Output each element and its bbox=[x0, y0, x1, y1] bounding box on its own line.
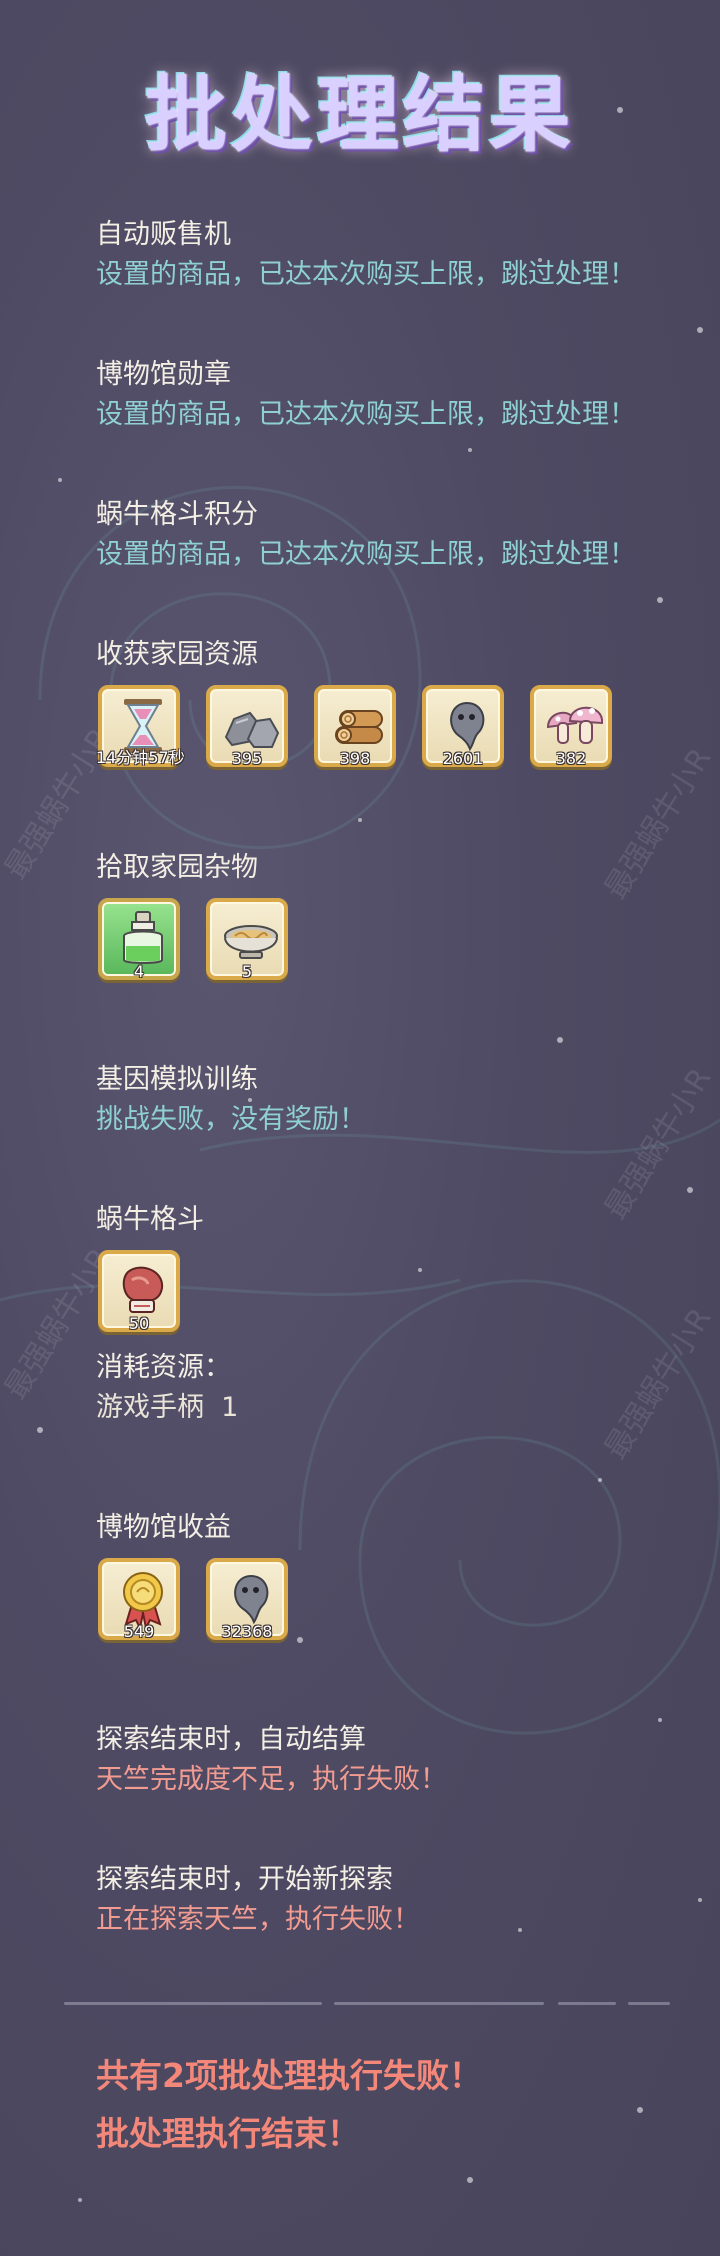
resource-item[interactable]: 395 bbox=[206, 685, 288, 768]
resource-item[interactable]: 2601 bbox=[422, 685, 504, 768]
page-title: 批处理结果 bbox=[144, 68, 575, 163]
section-harvest: 收获家园资源 14分钟57秒 395 398 2601 382 bbox=[96, 635, 696, 775]
section-title: 探索结束时，自动结算 bbox=[96, 1724, 366, 1755]
resource-item[interactable]: 398 bbox=[314, 685, 396, 768]
item-row: 14分钟57秒 395 398 2601 382 bbox=[96, 685, 696, 775]
resource-item[interactable]: 382 bbox=[530, 685, 612, 768]
section-title: 博物馆勋章 bbox=[96, 359, 231, 390]
summary-done: 批处理执行结束！ bbox=[96, 2114, 360, 2153]
resource-item[interactable]: 14分钟57秒 bbox=[96, 685, 185, 767]
resource-item[interactable]: 50 bbox=[98, 1250, 180, 1333]
batch-result-page: 批处理结果 自动贩售机 设置的商品，已达本次购买上限，跳过处理！ 博物馆勋章 设… bbox=[0, 0, 720, 2256]
section-explore-new: 探索结束时，开始新探索 正在探索天竺，执行失败！ bbox=[96, 1860, 696, 1940]
section-fight: 蜗牛格斗 50 消耗资源： 游戏手柄 1 bbox=[96, 1200, 696, 1428]
summary-failed: 共有2项批处理执行失败！ bbox=[96, 2056, 482, 2095]
item-quantity: 382 bbox=[555, 749, 587, 768]
item-quantity: 50 bbox=[128, 1314, 150, 1333]
item-quantity: 32368 bbox=[221, 1622, 273, 1641]
consume-item: 游戏手柄 1 bbox=[96, 1392, 239, 1423]
section-message: 设置的商品，已达本次购买上限，跳过处理！ bbox=[96, 259, 636, 290]
item-quantity: 549 bbox=[123, 1622, 155, 1641]
section-title: 基因模拟训练 bbox=[96, 1064, 258, 1095]
section-message: 正在探索天竺，执行失败！ bbox=[96, 1904, 420, 1935]
section-museum-income: 博物馆收益 549 32368 bbox=[96, 1508, 696, 1648]
section-museum-medal: 博物馆勋章 设置的商品，已达本次购买上限，跳过处理！ bbox=[96, 355, 696, 435]
resource-item[interactable]: 549 bbox=[98, 1558, 180, 1641]
section-message: 挑战失败，没有奖励！ bbox=[96, 1104, 366, 1135]
section-title: 收获家园资源 bbox=[96, 639, 258, 670]
item-quantity: 5 bbox=[241, 962, 253, 981]
section-message: 天竺完成度不足，执行失败！ bbox=[96, 1764, 447, 1795]
item-row: 549 32368 bbox=[96, 1558, 696, 1648]
item-row: 4 5 bbox=[96, 898, 696, 988]
section-title: 蜗牛格斗积分 bbox=[96, 499, 258, 530]
section-title: 蜗牛格斗 bbox=[96, 1204, 204, 1235]
section-message: 设置的商品，已达本次购买上限，跳过处理！ bbox=[96, 539, 636, 570]
section-gene: 基因模拟训练 挑战失败，没有奖励！ bbox=[96, 1060, 696, 1140]
section-snail-points: 蜗牛格斗积分 设置的商品，已达本次购买上限，跳过处理！ bbox=[96, 495, 696, 575]
item-quantity: 2601 bbox=[442, 749, 484, 768]
item-quantity: 398 bbox=[339, 749, 371, 768]
section-title: 博物馆收益 bbox=[96, 1512, 231, 1543]
section-title: 拾取家园杂物 bbox=[96, 852, 258, 883]
item-quantity: 395 bbox=[231, 749, 263, 768]
resource-item[interactable]: 4 bbox=[98, 898, 180, 981]
section-title: 自动贩售机 bbox=[96, 219, 231, 250]
section-pickup: 拾取家园杂物 4 5 bbox=[96, 848, 696, 988]
item-quantity: 4 bbox=[133, 962, 145, 981]
section-title: 探索结束时，开始新探索 bbox=[96, 1864, 393, 1895]
consume-label: 消耗资源： bbox=[96, 1352, 231, 1383]
resource-item[interactable]: 32368 bbox=[206, 1558, 288, 1641]
item-quantity: 14分钟57秒 bbox=[96, 748, 185, 767]
resource-item[interactable]: 5 bbox=[206, 898, 288, 981]
section-message: 设置的商品，已达本次购买上限，跳过处理！ bbox=[96, 399, 636, 430]
section-explore-settle: 探索结束时，自动结算 天竺完成度不足，执行失败！ bbox=[96, 1720, 696, 1800]
item-row: 50 bbox=[96, 1250, 696, 1340]
divider bbox=[64, 2002, 670, 2005]
section-vending: 自动贩售机 设置的商品，已达本次购买上限，跳过处理！ bbox=[96, 215, 696, 295]
